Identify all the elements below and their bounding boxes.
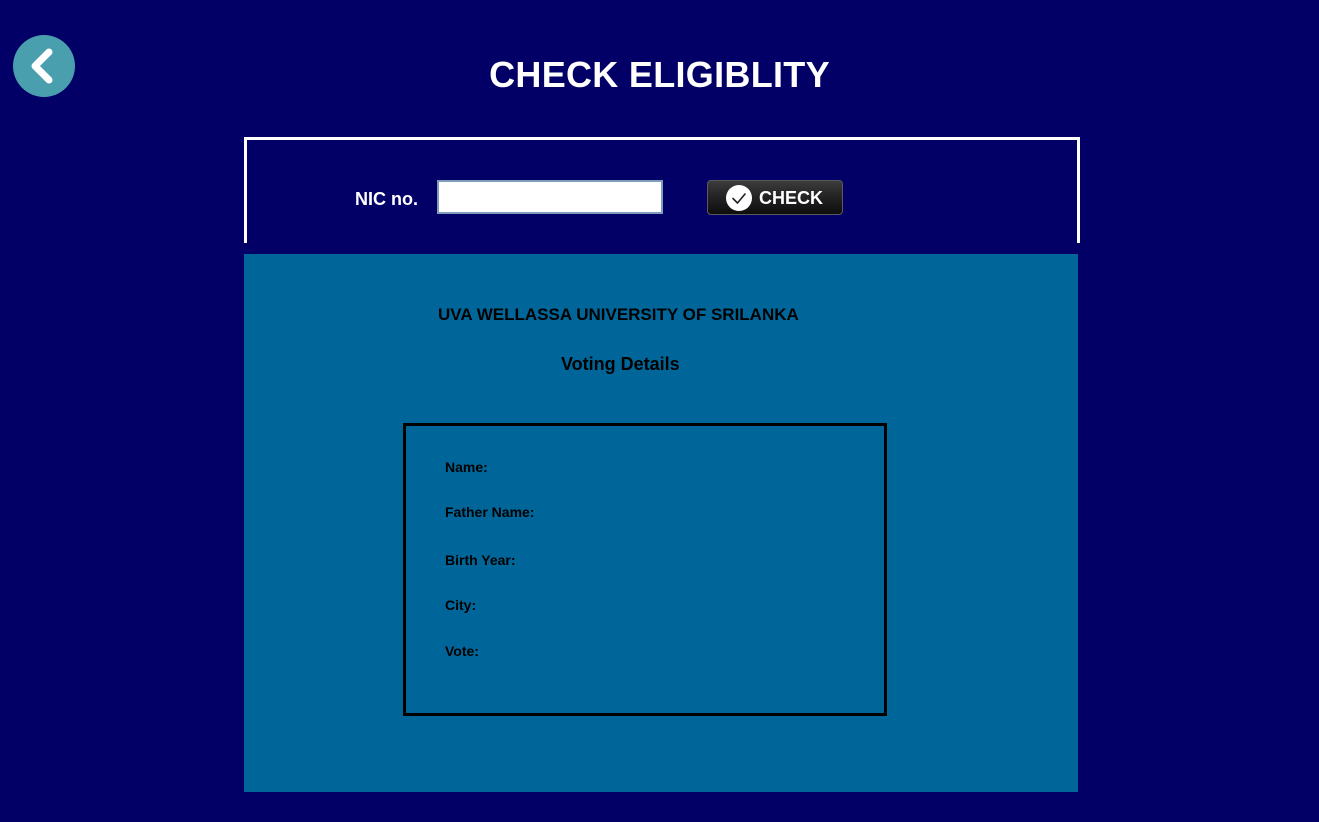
voting-details-panel: UVA WELLASSA UNIVERSITY OF SRILANKA Voti… [244,254,1078,792]
checkmark-circle-icon [726,185,752,211]
father-name-label: Father Name: [445,504,535,520]
voter-info-box: Name: Father Name: Birth Year: City: Vot… [403,423,887,716]
university-name: UVA WELLASSA UNIVERSITY OF SRILANKA [438,305,799,324]
search-panel: NIC no. CHECK [244,137,1080,243]
page-title: CHECK ELIGIBLITY [489,54,830,95]
check-button-label: CHECK [759,188,824,208]
birth-year-label: Birth Year: [445,552,516,568]
nic-input[interactable] [437,180,663,214]
voting-details-heading: Voting Details [561,354,680,374]
check-button[interactable]: CHECK [707,180,843,215]
vote-label: Vote: [445,643,479,659]
name-label: Name: [445,459,488,475]
nic-label: NIC no. [355,189,418,209]
city-label: City: [445,597,477,613]
